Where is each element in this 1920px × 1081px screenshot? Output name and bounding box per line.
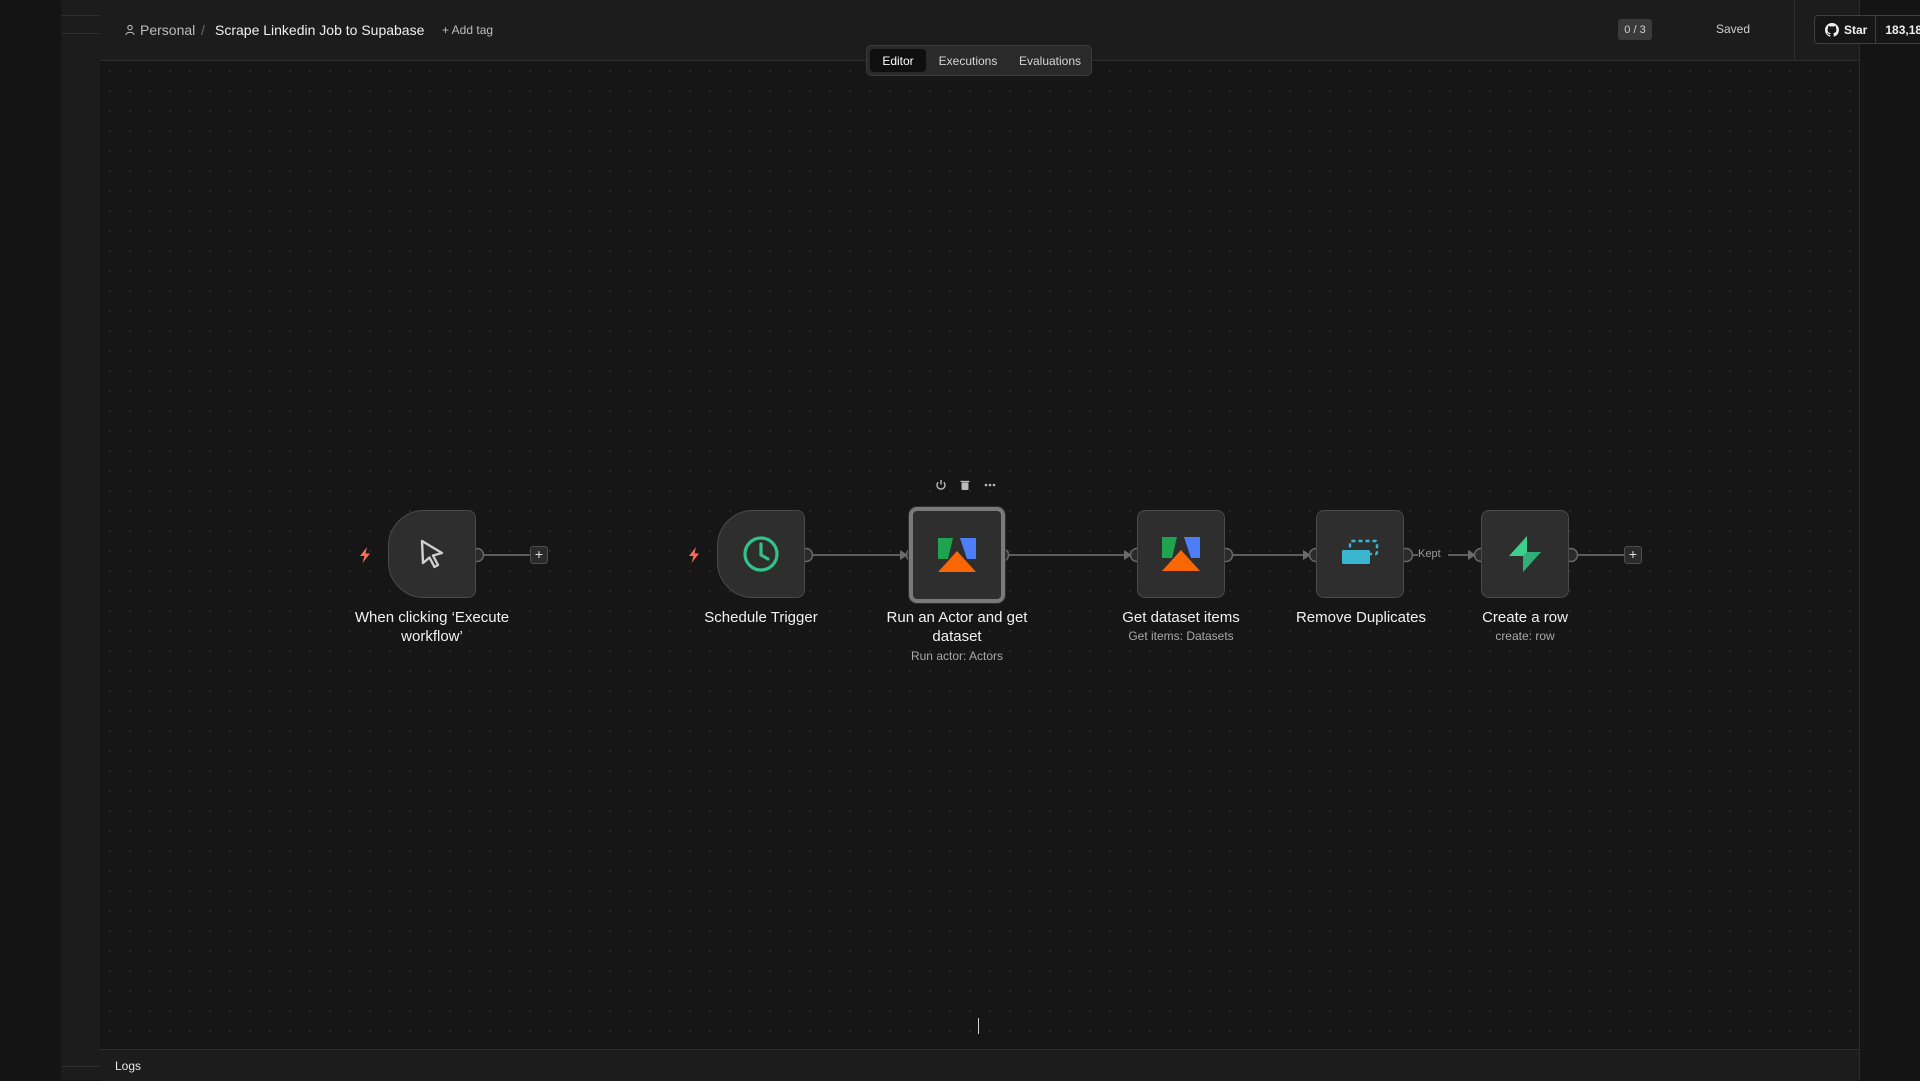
sidebar-divider — [61, 33, 100, 34]
clock-icon — [743, 536, 779, 572]
trash-icon[interactable] — [958, 478, 972, 492]
node-run-actor[interactable] — [909, 507, 1005, 603]
right-gutter — [1859, 0, 1920, 1080]
trigger-bolt-icon — [360, 547, 370, 563]
trigger-bolt-icon — [689, 547, 699, 563]
workflow-canvas[interactable]: Kept + When clicking ‘Execute workflow’ … — [100, 61, 1859, 1049]
add-node-button[interactable]: + — [530, 546, 548, 564]
node-create-row[interactable] — [1481, 510, 1569, 598]
user-icon — [125, 24, 135, 36]
node-subtitle: create: row — [1495, 629, 1555, 643]
more-icon[interactable] — [983, 478, 997, 492]
node-label-line: workflow’ — [401, 628, 463, 645]
left-sidebar-rail — [61, 0, 101, 1080]
add-tag-button[interactable]: + Add tag — [442, 23, 493, 37]
node-label: Get dataset items — [1122, 609, 1240, 626]
text-cursor — [978, 1018, 979, 1034]
node-label-line: When clicking ‘Execute — [354, 609, 510, 626]
node-label-line: Run an Actor and get — [886, 609, 1028, 626]
github-star-count[interactable]: 183,188 — [1876, 15, 1920, 44]
sidebar-divider — [61, 1066, 100, 1067]
view-tabs: Editor Executions Evaluations — [866, 45, 1092, 76]
remove-duplicates-icon — [1342, 539, 1379, 564]
header-divider — [1794, 0, 1795, 60]
breadcrumb-separator: / — [201, 22, 205, 38]
node-manual-trigger[interactable] — [388, 510, 476, 598]
node-subtitle: Get items: Datasets — [1128, 629, 1234, 643]
connection-label-kept: Kept — [1418, 548, 1441, 560]
power-icon[interactable] — [934, 478, 948, 492]
left-gutter — [0, 0, 61, 1080]
node-label: Schedule Trigger — [704, 609, 818, 626]
tab-executions[interactable]: Executions — [929, 49, 1007, 72]
logs-panel[interactable]: Logs — [100, 1049, 1859, 1081]
workflow-title[interactable]: Scrape Linkedin Job to Supabase — [215, 22, 424, 38]
node-subtitle: Run actor: Actors — [910, 649, 1004, 663]
node-label: When clicking ‘Execute workflow’ — [337, 608, 527, 646]
node-label: Create a row — [1482, 609, 1568, 626]
cursor-icon — [420, 539, 444, 569]
supabase-icon — [1509, 536, 1541, 572]
saved-status: Saved — [1716, 22, 1751, 36]
github-star-label: Star — [1844, 22, 1868, 37]
apify-icon — [938, 538, 976, 572]
node-schedule-trigger[interactable] — [717, 510, 805, 598]
status-badge[interactable]: 0 / 3 — [1618, 19, 1652, 40]
node-label: Remove Duplicates — [1295, 609, 1427, 626]
breadcrumb-personal[interactable]: Personal — [140, 22, 195, 38]
github-star-button[interactable]: Star — [1814, 15, 1877, 44]
node-label-line: dataset — [932, 628, 982, 645]
tab-editor[interactable]: Editor — [870, 49, 926, 72]
add-node-button[interactable]: + — [1624, 546, 1642, 564]
logs-label[interactable]: Logs — [115, 1059, 141, 1073]
node-remove-duplicates[interactable] — [1316, 510, 1404, 598]
github-star-widget[interactable]: Star 183,188 — [1814, 15, 1920, 44]
github-icon — [1825, 22, 1839, 37]
apify-icon — [1162, 537, 1200, 571]
node-get-dataset-items[interactable] — [1137, 510, 1225, 598]
tab-evaluations[interactable]: Evaluations — [1010, 49, 1090, 72]
node-label: Run an Actor and get dataset — [862, 608, 1052, 646]
sidebar-divider — [61, 15, 100, 16]
